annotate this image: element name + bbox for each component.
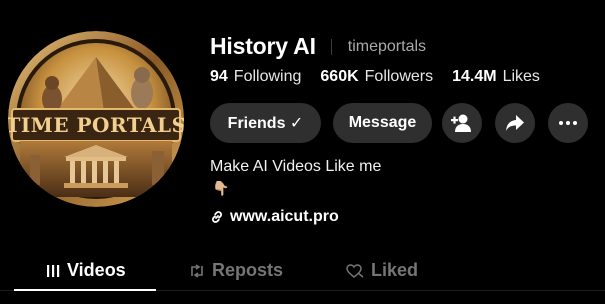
profile-actions: Friends ✓ Message: [210, 103, 588, 143]
stat-following[interactable]: 94 Following: [210, 68, 301, 86]
more-options-button[interactable]: [548, 103, 588, 143]
display-name: History AI: [210, 33, 316, 59]
name-divider: [330, 38, 332, 55]
avatar-image: TIME PORTALS: [8, 31, 184, 207]
share-icon: [506, 115, 524, 131]
add-user-button[interactable]: [442, 103, 482, 143]
active-tab-indicator: [14, 289, 156, 291]
tab-reposts-label: Reposts: [212, 260, 284, 280]
add-user-icon: [451, 114, 471, 132]
stat-following-label: Following: [233, 68, 302, 85]
username-handle: timeportals: [347, 37, 427, 55]
stat-likes-count: 14.4M: [452, 68, 497, 85]
link-icon: [212, 211, 222, 223]
liked-heart-icon: [346, 263, 364, 278]
grid-icon: [47, 264, 60, 277]
tab-liked[interactable]: Liked: [346, 260, 418, 281]
tab-videos-label: Videos: [67, 260, 126, 280]
message-button[interactable]: Message: [333, 103, 432, 143]
tab-videos[interactable]: Videos: [46, 260, 126, 281]
avatar[interactable]: TIME PORTALS: [8, 31, 184, 207]
pointing-down-emoji: 👇🏼: [212, 180, 230, 196]
friends-button[interactable]: Friends ✓: [210, 103, 321, 143]
stat-followers-label: Followers: [364, 68, 434, 85]
stat-followers[interactable]: 660K Followers: [320, 68, 433, 86]
share-button[interactable]: [495, 103, 535, 143]
stat-following-count: 94: [210, 68, 228, 85]
tab-reposts[interactable]: Reposts: [189, 260, 283, 281]
avatar-banner-text: TIME PORTALS: [8, 113, 184, 137]
profile-stats: 94 Following 660K Followers 14.4M Likes: [210, 68, 559, 86]
more-icon: [559, 121, 577, 125]
tab-liked-label: Liked: [371, 260, 419, 280]
profile-link-text: www.aicut.pro: [230, 208, 339, 225]
profile-link[interactable]: www.aicut.pro: [210, 208, 339, 226]
stat-likes-label: Likes: [502, 68, 540, 85]
bio-text: Make AI Videos Like me: [210, 158, 382, 175]
stat-followers-count: 660K: [320, 68, 359, 85]
stat-likes: 14.4M Likes: [452, 68, 540, 86]
name-row: History AI timeportals: [210, 33, 426, 60]
profile-tabs: Videos Reposts Liked: [0, 255, 605, 291]
repost-icon: [191, 263, 203, 278]
